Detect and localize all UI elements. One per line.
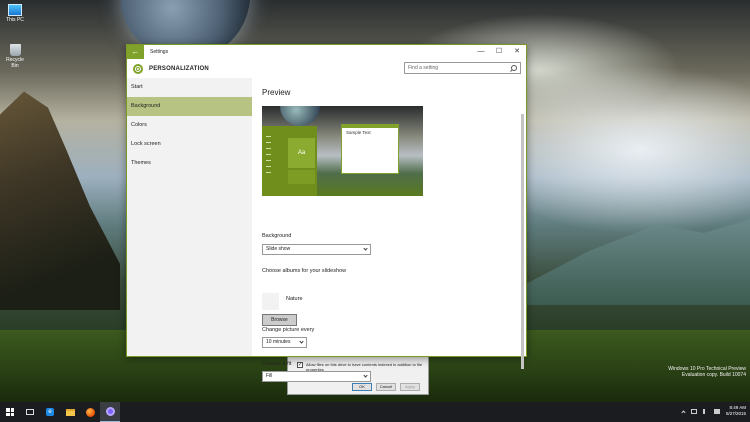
- settings-window: ← Settings — ☐ ✕ PERSONALIZATION Find a …: [126, 44, 527, 382]
- ok-button[interactable]: OK: [352, 383, 372, 391]
- change-every-value: 10 minutes: [266, 339, 291, 345]
- chevron-down-icon: [363, 246, 368, 251]
- albums-label: Choose albums for your slideshow: [262, 268, 347, 274]
- sidebar-item-background[interactable]: Background: [127, 97, 252, 116]
- fit-label: Choose a fit: [262, 361, 292, 367]
- sidebar-item-themes[interactable]: Themes: [127, 154, 252, 173]
- preview-window-bar: [342, 125, 398, 128]
- windows-start-icon: [6, 408, 14, 416]
- preview-planet: [280, 106, 320, 126]
- preview-menu-line: [266, 148, 271, 149]
- settings-app-icon: [105, 407, 115, 416]
- desktop-icon-recycle-bin[interactable]: Recycle Bin: [2, 44, 28, 69]
- network-icon[interactable]: [690, 408, 697, 414]
- volume-icon[interactable]: [702, 408, 708, 414]
- sidebar-item-colors[interactable]: Colors: [127, 116, 252, 135]
- preview-tile: [288, 170, 315, 184]
- action-center-icon[interactable]: [713, 408, 720, 414]
- fit-value: Fill: [266, 373, 273, 379]
- background-preview: Aa Sample Text: [262, 106, 423, 196]
- edge-button[interactable]: e: [40, 402, 60, 422]
- maximize-button[interactable]: ☐: [490, 45, 508, 59]
- preview-menu-line: [266, 172, 271, 173]
- firefox-icon: [85, 407, 95, 417]
- build-watermark: Windows 10 Pro Technical Preview Evaluat…: [668, 366, 746, 378]
- clock[interactable]: 8:49 AM 5/27/2015: [726, 405, 746, 417]
- main-content: Preview Aa Sample Text Background Slide …: [252, 78, 526, 382]
- wallpaper-cliff: [0, 91, 120, 310]
- preview-menu-line: [266, 154, 271, 155]
- preview-sample-text: Sample Text: [346, 130, 371, 135]
- page-header: PERSONALIZATION Find a setting: [127, 59, 526, 78]
- firefox-button[interactable]: [80, 402, 100, 422]
- index-checkbox[interactable]: ✓: [297, 362, 303, 368]
- wallpaper-mountain: [520, 219, 750, 305]
- preview-menu-line: [266, 166, 271, 167]
- preview-window: Sample Text: [341, 124, 399, 174]
- scrollbar[interactable]: [521, 114, 524, 369]
- desktop-icon-this-pc[interactable]: This PC: [2, 4, 28, 23]
- fit-dropdown[interactable]: Fill: [262, 371, 371, 382]
- page-title: PERSONALIZATION: [149, 65, 209, 72]
- sidebar-item-start[interactable]: Start: [127, 78, 252, 97]
- settings-app-button[interactable]: [100, 402, 120, 422]
- start-button[interactable]: [0, 402, 20, 422]
- recycle-bin-icon: [9, 44, 21, 56]
- edge-icon: e: [46, 408, 54, 416]
- search-placeholder: Find a setting: [408, 65, 439, 71]
- file-explorer-icon: [65, 408, 75, 416]
- album-thumbnail[interactable]: [262, 293, 279, 310]
- apply-button[interactable]: Apply: [400, 383, 420, 391]
- back-button[interactable]: ←: [127, 45, 144, 59]
- search-icon[interactable]: [511, 65, 517, 71]
- gear-icon: [133, 63, 143, 74]
- window-title: Settings: [150, 49, 169, 55]
- background-dropdown[interactable]: Slide show: [262, 244, 371, 255]
- change-every-label: Change picture every: [262, 327, 315, 333]
- taskbar: e 8:49 AM 5/27/2015: [0, 402, 750, 422]
- desktop-icon-label: Recycle Bin: [6, 57, 24, 69]
- desktop-icon-label: This PC: [6, 17, 24, 23]
- chevron-down-icon: [363, 373, 368, 378]
- browse-button[interactable]: Browse: [262, 314, 297, 326]
- preview-menu-line: [266, 160, 271, 161]
- sidebar: Start Background Colors Lock screen Them…: [127, 78, 252, 356]
- search-input[interactable]: Find a setting: [404, 62, 521, 74]
- chevron-down-icon: [299, 339, 304, 344]
- cancel-button[interactable]: Cancel: [376, 383, 396, 391]
- preview-tile: Aa: [288, 138, 315, 168]
- preview-heading: Preview: [262, 88, 291, 97]
- system-tray: 8:49 AM 5/27/2015: [681, 405, 746, 417]
- title-bar[interactable]: ← Settings — ☐ ✕: [127, 45, 526, 59]
- background-value: Slide show: [266, 246, 291, 252]
- task-view-icon: [26, 409, 34, 415]
- background-label: Background: [262, 233, 292, 239]
- preview-menu-line: [266, 136, 271, 137]
- preview-menu-line: [266, 142, 271, 143]
- preview-start-menu: Aa: [262, 126, 317, 196]
- file-explorer-button[interactable]: [60, 402, 80, 422]
- task-view-button[interactable]: [20, 402, 40, 422]
- close-button[interactable]: ✕: [508, 45, 526, 59]
- watermark-line: Evaluation copy. Build 10074: [681, 372, 746, 378]
- sidebar-item-lock-screen[interactable]: Lock screen: [127, 135, 252, 154]
- chevron-up-icon[interactable]: [681, 409, 686, 415]
- this-pc-icon: [8, 4, 22, 16]
- change-every-dropdown[interactable]: 10 minutes: [262, 337, 307, 348]
- album-name: Nature: [286, 296, 303, 302]
- minimize-button[interactable]: —: [472, 45, 490, 59]
- clock-date: 5/27/2015: [725, 411, 746, 416]
